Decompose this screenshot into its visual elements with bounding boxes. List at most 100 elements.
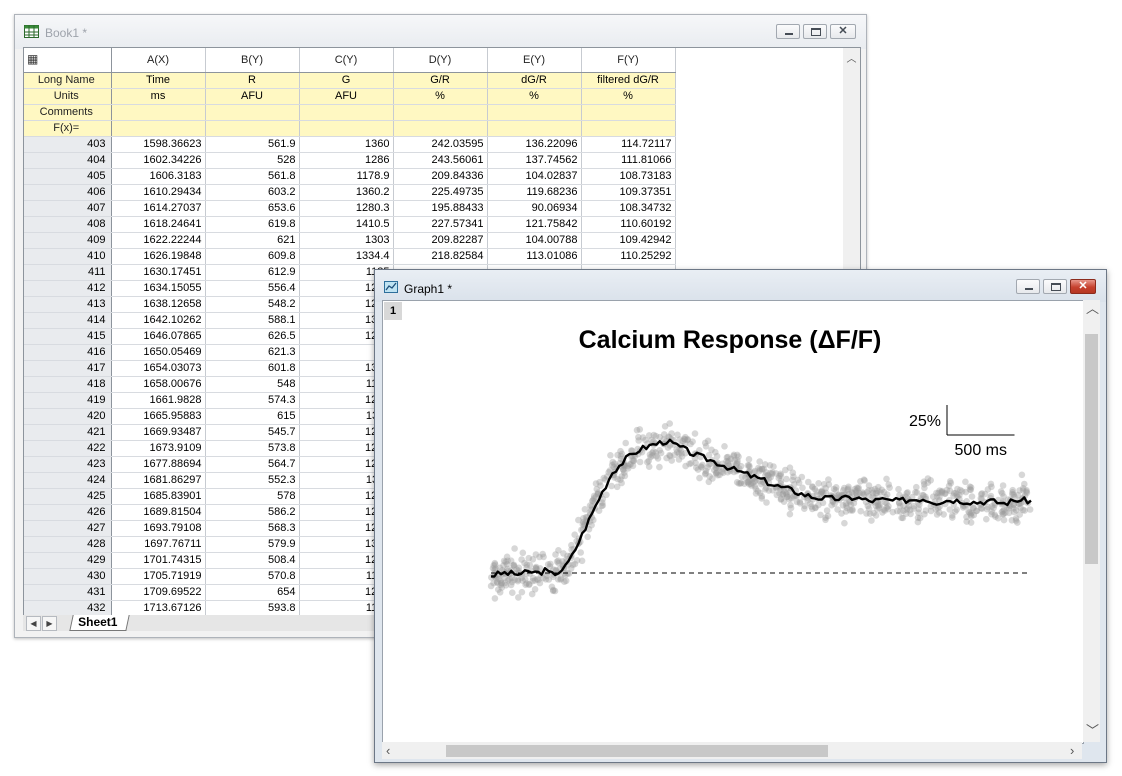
meta-cell[interactable]: R [205, 72, 300, 89]
data-cell[interactable]: 1693.79108 [111, 520, 206, 537]
data-cell[interactable]: 588.1 [205, 312, 300, 329]
row-number[interactable]: 406 [24, 184, 112, 201]
row-number[interactable]: 404 [24, 152, 112, 169]
data-cell[interactable]: 1689.81504 [111, 504, 206, 521]
data-cell[interactable]: 1650.05469 [111, 344, 206, 361]
row-number[interactable]: 421 [24, 424, 112, 441]
data-cell[interactable]: 1360 [299, 136, 394, 153]
data-cell[interactable]: 1334.4 [299, 248, 394, 265]
data-cell[interactable]: 545.7 [205, 424, 300, 441]
data-cell[interactable]: 556.4 [205, 280, 300, 297]
graph-scroll-up-icon[interactable]: ︿ [1086, 302, 1099, 315]
column-header[interactable]: B(Y) [205, 48, 300, 73]
graph-vertical-scrollbar[interactable]: ︿ ﹀ [1083, 300, 1100, 742]
data-cell[interactable]: 1697.76711 [111, 536, 206, 553]
data-cell[interactable]: 209.84336 [393, 168, 488, 185]
data-cell[interactable]: 653.6 [205, 200, 300, 217]
data-cell[interactable]: 1681.86297 [111, 472, 206, 489]
row-number[interactable]: 424 [24, 472, 112, 489]
data-cell[interactable]: 121.75842 [487, 216, 582, 233]
column-header[interactable]: D(Y) [393, 48, 488, 73]
row-number[interactable]: 425 [24, 488, 112, 505]
data-cell[interactable]: 1654.03073 [111, 360, 206, 377]
meta-cell[interactable]: dG/R [487, 72, 582, 89]
data-cell[interactable]: 1360.2 [299, 184, 394, 201]
data-cell[interactable]: 225.49735 [393, 184, 488, 201]
scroll-up-icon[interactable]: ︿ [843, 50, 860, 65]
graph-horizontal-scrollbar[interactable]: ‹ › [382, 742, 1082, 759]
data-cell[interactable]: 137.74562 [487, 152, 582, 169]
meta-cell[interactable]: % [393, 88, 488, 105]
data-cell[interactable]: 612.9 [205, 264, 300, 281]
row-number[interactable]: 427 [24, 520, 112, 537]
row-number[interactable]: 409 [24, 232, 112, 249]
data-cell[interactable]: 568.3 [205, 520, 300, 537]
data-cell[interactable]: 1709.69522 [111, 584, 206, 601]
meta-cell[interactable] [111, 120, 206, 137]
data-cell[interactable]: 626.5 [205, 328, 300, 345]
meta-cell[interactable] [487, 120, 582, 137]
row-number[interactable]: 422 [24, 440, 112, 457]
row-number[interactable]: 416 [24, 344, 112, 361]
data-cell[interactable]: 218.82584 [393, 248, 488, 265]
book-maximize-button[interactable] [803, 24, 827, 39]
tab-prev-icon[interactable]: ◀ [26, 616, 41, 631]
data-cell[interactable]: 561.9 [205, 136, 300, 153]
meta-cell[interactable]: G/R [393, 72, 488, 89]
graph-page[interactable]: 1 Calcium Response (ΔF/F) 25% 500 ms [382, 300, 1084, 744]
meta-row-label[interactable]: Units [24, 88, 112, 105]
meta-cell[interactable] [393, 104, 488, 121]
meta-cell[interactable]: % [581, 88, 676, 105]
data-cell[interactable]: 1701.74315 [111, 552, 206, 569]
data-cell[interactable]: 1661.9828 [111, 392, 206, 409]
tab-next-icon[interactable]: ▶ [42, 616, 57, 631]
data-cell[interactable]: 104.02837 [487, 168, 582, 185]
data-cell[interactable]: 108.73183 [581, 168, 676, 185]
data-cell[interactable]: 243.56061 [393, 152, 488, 169]
meta-cell[interactable] [581, 104, 676, 121]
data-cell[interactable]: 654 [205, 584, 300, 601]
data-cell[interactable]: 573.8 [205, 440, 300, 457]
data-cell[interactable]: 561.8 [205, 168, 300, 185]
graph-scroll-down-icon[interactable]: ﹀ [1086, 724, 1099, 737]
data-cell[interactable]: 579.9 [205, 536, 300, 553]
row-number[interactable]: 411 [24, 264, 112, 281]
column-header[interactable]: E(Y) [487, 48, 582, 73]
data-cell[interactable]: 603.2 [205, 184, 300, 201]
data-cell[interactable]: 242.03595 [393, 136, 488, 153]
meta-cell[interactable] [581, 120, 676, 137]
row-number[interactable]: 430 [24, 568, 112, 585]
grid-corner[interactable]: ▦ [24, 48, 112, 73]
data-cell[interactable]: 601.8 [205, 360, 300, 377]
data-cell[interactable]: 104.00788 [487, 232, 582, 249]
graph-scroll-right-icon[interactable]: › [1070, 744, 1074, 757]
data-cell[interactable]: 1713.67126 [111, 600, 206, 615]
row-number[interactable]: 428 [24, 536, 112, 553]
row-number[interactable]: 419 [24, 392, 112, 409]
data-cell[interactable]: 1618.24641 [111, 216, 206, 233]
data-cell[interactable]: 1286 [299, 152, 394, 169]
data-cell[interactable]: 1622.22244 [111, 232, 206, 249]
meta-cell[interactable]: Time [111, 72, 206, 89]
data-cell[interactable]: 621 [205, 232, 300, 249]
column-header[interactable]: C(Y) [299, 48, 394, 73]
data-cell[interactable]: 119.68236 [487, 184, 582, 201]
data-cell[interactable]: 1410.5 [299, 216, 394, 233]
data-cell[interactable]: 1705.71919 [111, 568, 206, 585]
data-cell[interactable]: 1673.9109 [111, 440, 206, 457]
graph-close-button[interactable]: ✕ [1070, 279, 1096, 294]
data-cell[interactable]: 1602.34226 [111, 152, 206, 169]
row-number[interactable]: 431 [24, 584, 112, 601]
column-header[interactable]: A(X) [111, 48, 206, 73]
data-cell[interactable]: 1665.95883 [111, 408, 206, 425]
data-cell[interactable]: 114.72117 [581, 136, 676, 153]
meta-cell[interactable]: ms [111, 88, 206, 105]
graph-minimize-button[interactable] [1016, 279, 1040, 294]
data-cell[interactable]: 195.88433 [393, 200, 488, 217]
meta-row-label[interactable]: Comments [24, 104, 112, 121]
data-cell[interactable]: 109.42942 [581, 232, 676, 249]
row-number[interactable]: 415 [24, 328, 112, 345]
data-cell[interactable]: 109.37351 [581, 184, 676, 201]
row-number[interactable]: 414 [24, 312, 112, 329]
data-cell[interactable]: 548 [205, 376, 300, 393]
